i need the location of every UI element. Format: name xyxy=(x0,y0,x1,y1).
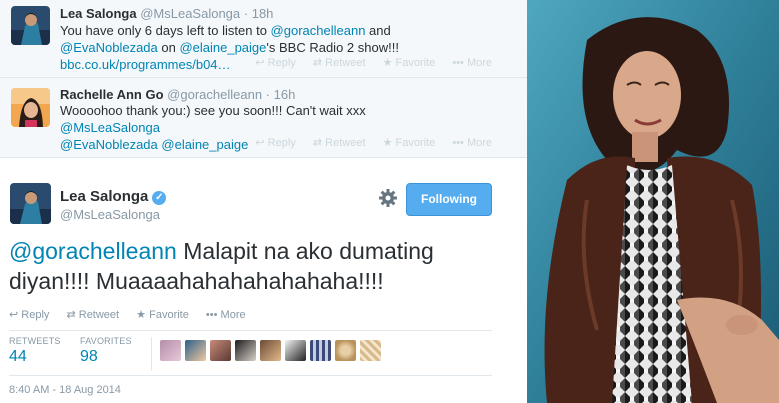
timeline: Lea Salonga @MsLeaSalonga · 18h You have… xyxy=(0,0,527,403)
profile-photo xyxy=(527,0,779,403)
favorite-button[interactable]: ★ Favorite xyxy=(136,309,189,321)
avatar[interactable] xyxy=(285,340,306,361)
retweet-button[interactable]: ⇄ Retweet xyxy=(313,137,366,149)
avatar[interactable] xyxy=(210,340,231,361)
avatar[interactable] xyxy=(335,340,356,361)
tweet-text-part: and xyxy=(365,23,391,38)
avatar[interactable] xyxy=(11,6,50,45)
favorites-count: 98 xyxy=(80,348,98,365)
avatar[interactable] xyxy=(160,340,181,361)
retweets-count: 44 xyxy=(9,348,27,365)
favorite-button[interactable]: ★ Favorite xyxy=(383,57,436,69)
user-handle[interactable]: @MsLeaSalonga xyxy=(60,207,160,222)
user-handle[interactable]: @MsLeaSalonga xyxy=(140,6,240,21)
avatar[interactable] xyxy=(360,340,381,361)
url-link[interactable]: bbc.co.uk/programmes/b04… xyxy=(60,57,231,72)
expanded-tweet: Lea Salonga ✓ @MsLeaSalonga Following @g… xyxy=(0,158,527,403)
reply-label: Reply xyxy=(267,137,296,149)
reply-label: Reply xyxy=(267,57,296,69)
tweet-actions: ↩ Reply ⇄ Retweet ★ Favorite ••• More xyxy=(241,136,492,149)
avatar[interactable] xyxy=(10,183,51,224)
favorite-label: Favorite xyxy=(149,309,189,321)
more-label: More xyxy=(220,309,246,321)
divider xyxy=(9,375,492,376)
more-icon: ••• xyxy=(452,57,464,69)
user-handle[interactable]: @gorachelleann xyxy=(167,87,262,102)
avatar[interactable] xyxy=(310,340,331,361)
avatar[interactable] xyxy=(235,340,256,361)
retweets-stat[interactable]: RETWEETS 44 xyxy=(9,336,61,366)
mention-link[interactable]: @gorachelleann xyxy=(271,23,366,38)
divider xyxy=(9,330,492,331)
retweet-label: Retweet xyxy=(78,309,120,321)
tweet-header: Rachelle Ann Go @gorachelleann · 16h xyxy=(60,87,296,102)
tweet-text-part: 's BBC Radio 2 show!!! xyxy=(266,40,399,55)
retweet-label: Retweet xyxy=(325,137,366,149)
star-icon: ★ xyxy=(382,137,393,149)
favorite-button[interactable]: ★ Favorite xyxy=(383,137,436,149)
avatar[interactable] xyxy=(185,340,206,361)
reply-button[interactable]: ↩ Reply xyxy=(255,57,295,69)
reply-icon: ↩ xyxy=(9,309,19,321)
more-label: More xyxy=(466,137,492,149)
retweet-label: Retweet xyxy=(325,57,366,69)
retweets-label: RETWEETS xyxy=(9,336,61,346)
tweet-text-part: Woooohoo thank you:) see you soon!!! Can… xyxy=(60,103,366,118)
tweet-item[interactable]: Lea Salonga @MsLeaSalonga · 18h You have… xyxy=(0,0,527,78)
verified-badge-icon: ✓ xyxy=(152,191,167,205)
user-name[interactable]: Lea Salonga ✓ xyxy=(60,188,167,205)
mention-link[interactable]: @EvaNoblezada xyxy=(60,137,158,152)
user-name[interactable]: Rachelle Ann Go xyxy=(60,87,164,102)
avatar[interactable] xyxy=(260,340,281,361)
tweet-text-part: You have only 6 days left to listen to xyxy=(60,23,271,38)
tweet-header: Lea Salonga @MsLeaSalonga · 18h xyxy=(60,6,274,21)
retweet-button[interactable]: ⇄ Retweet xyxy=(66,309,119,321)
retweet-icon: ⇄ xyxy=(66,309,76,321)
retweet-icon: ⇄ xyxy=(312,57,323,69)
reply-icon: ↩ xyxy=(255,57,265,69)
favorite-label: Favorite xyxy=(395,57,436,69)
tweet-actions: ↩ Reply ⇄ Retweet ★ Favorite ••• More xyxy=(241,56,492,69)
reply-button[interactable]: ↩ Reply xyxy=(255,137,295,149)
mention-link[interactable]: @elaine_paige xyxy=(179,40,266,55)
retweet-icon: ⇄ xyxy=(312,137,323,149)
favorites-stat[interactable]: FAVORITES 98 xyxy=(80,336,132,366)
tweet-timestamp[interactable]: 8:40 AM - 18 Aug 2014 xyxy=(9,384,121,396)
more-button[interactable]: ••• More xyxy=(206,309,246,321)
reply-button[interactable]: ↩ Reply xyxy=(9,309,49,321)
more-label: More xyxy=(466,57,492,69)
star-icon: ★ xyxy=(136,309,147,321)
tweet-text-part: on xyxy=(157,40,180,55)
mention-link[interactable]: @gorachelleann xyxy=(9,238,177,264)
reply-label: Reply xyxy=(21,309,50,321)
favorite-label: Favorite xyxy=(395,137,436,149)
tweet-time[interactable]: 18h xyxy=(252,6,274,21)
mention-link[interactable]: @EvaNoblezada xyxy=(60,40,158,55)
more-icon: ••• xyxy=(205,309,218,321)
star-icon: ★ xyxy=(382,57,393,69)
more-icon: ••• xyxy=(452,137,464,149)
tweet-text: @gorachelleann Malapit na ako dumating d… xyxy=(9,236,499,296)
tweet-item[interactable]: Rachelle Ann Go @gorachelleann · 16h Woo… xyxy=(0,78,527,158)
avatar[interactable] xyxy=(11,88,50,127)
more-button[interactable]: ••• More xyxy=(452,57,492,69)
divider xyxy=(151,337,152,371)
reply-icon: ↩ xyxy=(255,137,265,149)
favorites-label: FAVORITES xyxy=(80,336,132,346)
user-name[interactable]: Lea Salonga xyxy=(60,6,137,21)
retweet-button[interactable]: ⇄ Retweet xyxy=(313,57,366,69)
user-name-text: Lea Salonga xyxy=(60,188,149,205)
gear-icon[interactable] xyxy=(378,188,398,208)
more-button[interactable]: ••• More xyxy=(452,137,492,149)
mention-link[interactable]: @MsLeaSalonga xyxy=(60,120,160,135)
tweet-time[interactable]: 16h xyxy=(274,87,296,102)
following-button[interactable]: Following xyxy=(406,183,492,216)
mention-link[interactable]: @elaine_paige xyxy=(161,137,248,152)
tweet-actions: ↩ Reply ⇄ Retweet ★ Favorite ••• More xyxy=(9,308,260,321)
